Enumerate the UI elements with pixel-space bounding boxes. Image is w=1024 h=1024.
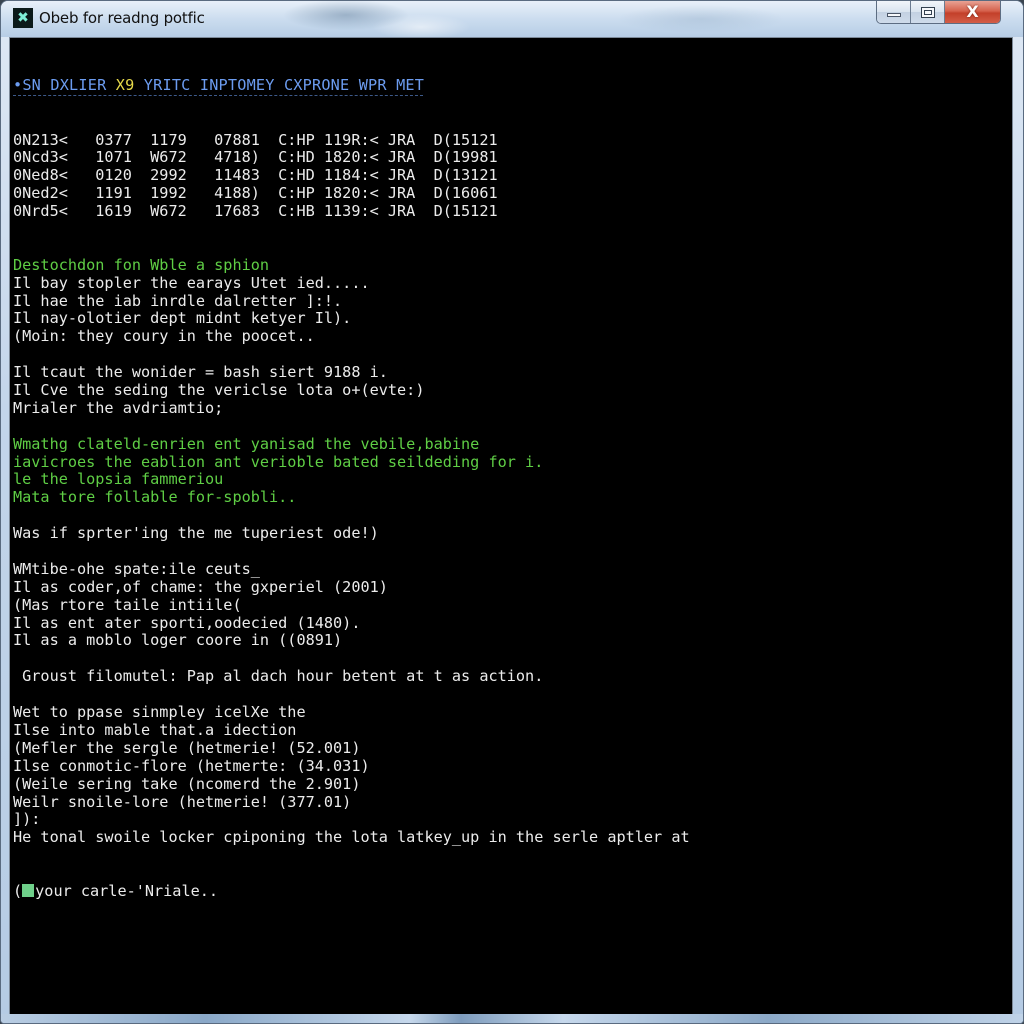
output-line: WMtibe-ohe spate:ile ceuts_ — [13, 559, 260, 578]
output-line: Il Cve the seding the vericlse lota o+(e… — [13, 381, 425, 400]
table-body: 0N213< 0377 1179 07881 C:HP 119R:< JRA D… — [13, 130, 1012, 221]
window-bottom-border — [1, 1014, 1023, 1023]
output-line: (Mas rtore taile intiile( — [13, 595, 242, 614]
prompt-text: your carle-'Nriale.. — [35, 881, 219, 900]
output-line: Mrialer the avdriamtio; — [13, 398, 224, 417]
window-title: Obeb for readng potfic — [39, 9, 205, 27]
output-line: Il nay-olotier dept midnt ketyer Il). — [13, 309, 352, 328]
output-line: iavicroes the eablion ant verioble bated… — [13, 452, 544, 471]
table-header-part-2: YRITC INPTOMEY CXPRONE WPR MET — [134, 75, 425, 94]
table-header-highlight: X9 — [115, 75, 135, 94]
output-line: Il as ent ater sporti,oodecied (1480). — [13, 613, 361, 632]
caption-buttons: X — [876, 1, 1001, 24]
table-row: 0N213< 0377 1179 07881 C:HP 119R:< JRA D… — [13, 130, 498, 149]
maximize-button[interactable] — [911, 1, 945, 23]
console-app-icon[interactable]: ✖ — [13, 8, 33, 28]
table-row: 0Ned2< 1191 1992 4188) C:HP 1820:< JRA D… — [13, 184, 498, 203]
maximize-icon — [920, 6, 935, 18]
console-output-area[interactable]: •SN DXLIER X9 YRITC INPTOMEY CXPRONE WPR… — [9, 37, 1013, 1016]
output-line: Was if sprter'ing the me tuperiest ode!) — [13, 524, 379, 543]
title-bar[interactable]: ✖ Obeb for readng potfic X — [1, 1, 1023, 37]
minimize-button[interactable] — [877, 1, 911, 23]
prompt-prefix: ( — [13, 881, 23, 900]
table-row: 0Ncd3< 1071 W672 4718) C:HD 1820:< JRA D… — [13, 148, 498, 167]
output-line: (Moin: they coury in the poocet.. — [13, 327, 315, 346]
output-lines: Destochdon fon Wble a sphion Il bay stopl… — [13, 255, 1012, 847]
output-line: (Mefler the sergle (hetmerie! (52.001) — [13, 738, 361, 757]
output-line: Destochdon fon Wble a sphion — [13, 255, 270, 274]
table-header-part-1: •SN DXLIER — [13, 75, 116, 94]
output-line: Ilse conmotic-flore (hetmerte: (34.031) — [13, 756, 370, 775]
output-line: Ilse into mable that.a idection — [13, 720, 297, 739]
output-line: Il tcaut the wonider = bash siert 9188 i… — [13, 363, 388, 382]
output-line: Il bay stopler the earays Utet ied..... — [13, 273, 370, 292]
cursor-icon — [22, 883, 35, 897]
table-header: •SN DXLIER X9 YRITC INPTOMEY CXPRONE WPR… — [13, 75, 425, 96]
output-line: He tonal swoile locker cpiponing the lot… — [13, 828, 690, 847]
output-line: Il as a moblo loger coore in ((0891) — [13, 631, 343, 650]
output-line: (Weile sering take (ncomerd the 2.901) — [13, 774, 361, 793]
table-row: 0Nrd5< 1619 W672 17683 C:HB 1139:< JRA D… — [13, 202, 498, 221]
close-button[interactable]: X — [945, 1, 1000, 23]
output-line: Il as coder,of chame: the gxperiel (2001… — [13, 577, 388, 596]
output-line: Groust filomutel: Pap al dach hour beten… — [13, 667, 544, 686]
output-line: le the lopsia fammeriou — [13, 470, 224, 489]
console-text: •SN DXLIER X9 YRITC INPTOMEY CXPRONE WPR… — [13, 41, 1012, 937]
table-row: 0Ned8< 0120 2992 11483 C:HD 1184:< JRA D… — [13, 166, 498, 185]
output-line: Mata tore follable for-spobli.. — [13, 488, 297, 507]
output-line: Il hae the iab inrdle dalretter ]:!. — [13, 291, 343, 310]
output-line: Wet to ppase sinmpley icelXe the — [13, 703, 306, 722]
output-line: Weilr snoile-lore (hetmerie! (377.01) — [13, 792, 352, 811]
output-line: ]): — [13, 810, 41, 829]
prompt-line[interactable]: ( your carle-'Nriale.. — [13, 881, 1012, 901]
close-icon: X — [966, 2, 979, 21]
minimize-icon — [886, 13, 901, 17]
output-line: Wmathg clateld-enrien ent yanisad the ve… — [13, 434, 480, 453]
console-window: ✖ Obeb for readng potfic X •SN DXLIER X9… — [0, 0, 1024, 1024]
